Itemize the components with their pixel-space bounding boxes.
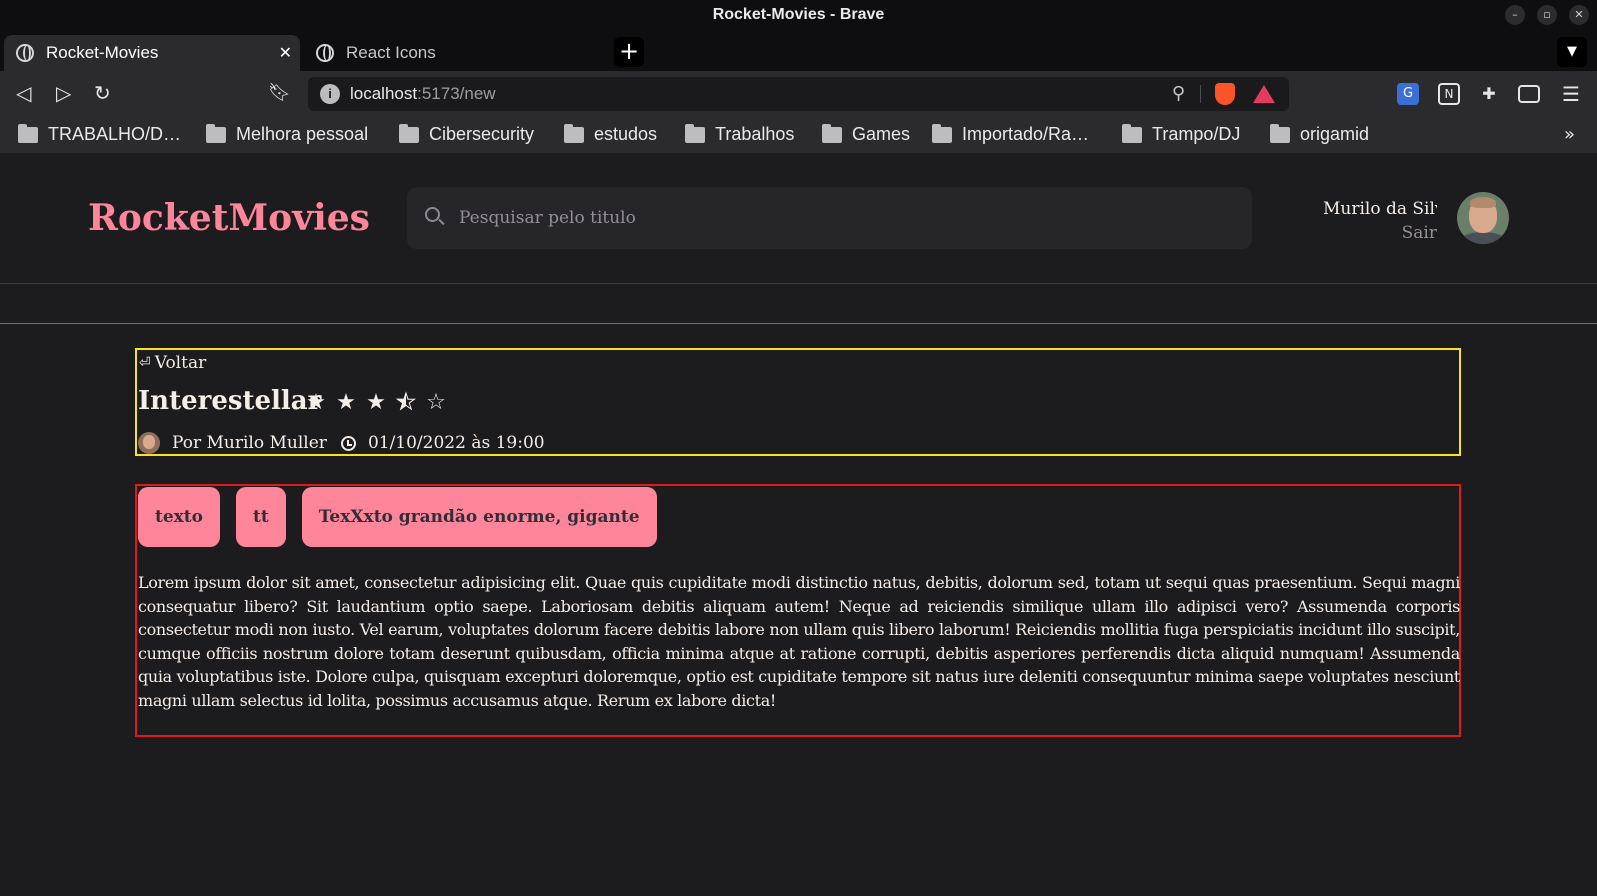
bookmark-folder[interactable]: Cibersecurity xyxy=(399,123,534,145)
movie-title: Interestellar xyxy=(138,386,322,416)
more-bookmarks-icon[interactable]: » xyxy=(1564,124,1575,145)
globe-icon xyxy=(16,44,34,62)
star-filled-icon: ★ xyxy=(306,390,326,415)
avatar[interactable] xyxy=(1457,192,1509,244)
return-arrow-icon: ⏎ xyxy=(139,355,151,371)
browser-toolbar: ◁ ▷ ↻ 🔖︎ i localhost:5173/new ⚲ G N ✚ ☰ xyxy=(0,71,1597,116)
movie-date: 01/10/2022 às 19:00 xyxy=(367,433,545,453)
movie-body-section: texto tt TexXxto grandão enorme, gigante… xyxy=(135,484,1461,737)
bookmark-folder[interactable]: Trabalhos xyxy=(685,123,794,145)
movie-meta: Por Murilo Muller 01/10/2022 às 19:00 xyxy=(138,432,545,454)
bookmark-folder[interactable]: Melhora pessoal xyxy=(206,123,368,145)
back-button[interactable]: ⏎ Voltar xyxy=(139,353,206,373)
author-name: Por Murilo Muller xyxy=(172,433,327,453)
zoom-icon[interactable]: ⚲ xyxy=(1172,83,1185,104)
star-filled-icon: ★ xyxy=(366,390,386,415)
app-viewport: RocketMovies Murilo da Silva Sair ⏎ Volt… xyxy=(0,155,1597,896)
address-bar[interactable]: i localhost:5173/new ⚲ xyxy=(308,77,1289,111)
brave-shields-icon[interactable] xyxy=(1215,83,1235,105)
star-filled-icon: ★ xyxy=(336,390,356,415)
close-window-icon[interactable]: ✕ xyxy=(1569,5,1589,25)
bookmark-folder[interactable]: origamid xyxy=(1270,123,1369,145)
search-box[interactable] xyxy=(407,187,1252,249)
folder-icon xyxy=(932,123,952,143)
tab-label: Rocket-Movies xyxy=(46,43,159,62)
tab-rocket-movies[interactable]: Rocket-Movies ✕ xyxy=(4,35,300,71)
translate-icon[interactable]: G xyxy=(1397,83,1419,105)
close-tab-icon[interactable]: ✕ xyxy=(279,43,292,63)
window-titlebar: Rocket-Movies - Brave – ▫ ✕ xyxy=(0,0,1597,31)
app-header: RocketMovies Murilo da Silva Sair xyxy=(0,155,1597,284)
window-title: Rocket-Movies - Brave xyxy=(712,6,885,23)
bookmark-folder[interactable]: Importado/Ra… xyxy=(932,123,1089,145)
forward-arrow-icon[interactable]: ▷ xyxy=(56,81,71,105)
search-icon xyxy=(425,207,440,222)
bookmark-icon[interactable]: 🔖︎ xyxy=(268,81,291,105)
movie-header-section: ⏎ Voltar Interestellar ★ ★ ★ ★ ☆ Por Mur… xyxy=(135,348,1461,456)
search-input[interactable] xyxy=(459,203,1219,233)
site-info-icon[interactable]: i xyxy=(320,84,340,104)
brave-rewards-icon[interactable] xyxy=(1253,85,1275,103)
tag-list: texto tt TexXxto grandão enorme, gigante xyxy=(138,487,657,547)
globe-icon xyxy=(316,44,334,62)
bookmark-folder[interactable]: estudos xyxy=(564,123,657,145)
notion-icon[interactable]: N xyxy=(1438,83,1460,105)
folder-icon xyxy=(1122,123,1142,143)
maximize-icon[interactable]: ▫ xyxy=(1537,5,1557,25)
tag: TexXxto grandão enorme, gigante xyxy=(301,487,657,547)
folder-icon xyxy=(564,123,584,143)
reload-icon[interactable]: ↻ xyxy=(94,81,111,105)
user-name: Murilo da Silva xyxy=(1323,199,1437,219)
menu-icon[interactable]: ☰ xyxy=(1560,83,1582,105)
tab-strip: Rocket-Movies ✕ React Icons + ▼ xyxy=(0,31,1597,71)
star-half-icon: ★ xyxy=(394,390,418,416)
folder-icon xyxy=(18,123,38,143)
rating-stars: ★ ★ ★ ★ ☆ xyxy=(304,390,448,416)
bookmark-folder[interactable]: TRABALHO/D… xyxy=(18,123,181,145)
wallet-icon[interactable] xyxy=(1518,85,1540,103)
logout-link[interactable]: Sair xyxy=(1402,223,1437,243)
extensions-puzzle-icon[interactable]: ✚ xyxy=(1478,83,1500,105)
back-arrow-icon[interactable]: ◁ xyxy=(16,81,31,105)
tab-react-icons[interactable]: React Icons xyxy=(304,35,600,71)
bookmark-folder[interactable]: Trampo/DJ xyxy=(1122,123,1240,145)
star-empty-icon: ☆ xyxy=(426,390,446,415)
clock-icon xyxy=(340,435,356,451)
new-tab-button[interactable]: + xyxy=(614,37,644,67)
tag: tt xyxy=(236,487,286,547)
divider xyxy=(0,323,1597,324)
tab-label: React Icons xyxy=(346,43,436,62)
minimize-icon[interactable]: – xyxy=(1505,5,1525,25)
back-label: Voltar xyxy=(154,353,207,373)
bookmark-folder[interactable]: Games xyxy=(822,123,910,145)
brand-logo[interactable]: RocketMovies xyxy=(88,197,370,239)
folder-icon xyxy=(206,123,226,143)
tab-search-chevron-icon[interactable]: ▼ xyxy=(1557,37,1587,67)
folder-icon xyxy=(1270,123,1290,143)
movie-description: Lorem ipsum dolor sit amet, consectetur … xyxy=(138,573,1460,710)
tag: texto xyxy=(138,487,220,547)
bookmarks-bar: TRABALHO/D… Melhora pessoal Cibersecurit… xyxy=(0,116,1597,154)
folder-icon xyxy=(399,123,419,143)
folder-icon xyxy=(685,123,705,143)
folder-icon xyxy=(822,123,842,143)
divider xyxy=(1200,85,1201,103)
author-avatar xyxy=(138,432,160,454)
url-text[interactable]: localhost:5173/new xyxy=(350,84,496,104)
